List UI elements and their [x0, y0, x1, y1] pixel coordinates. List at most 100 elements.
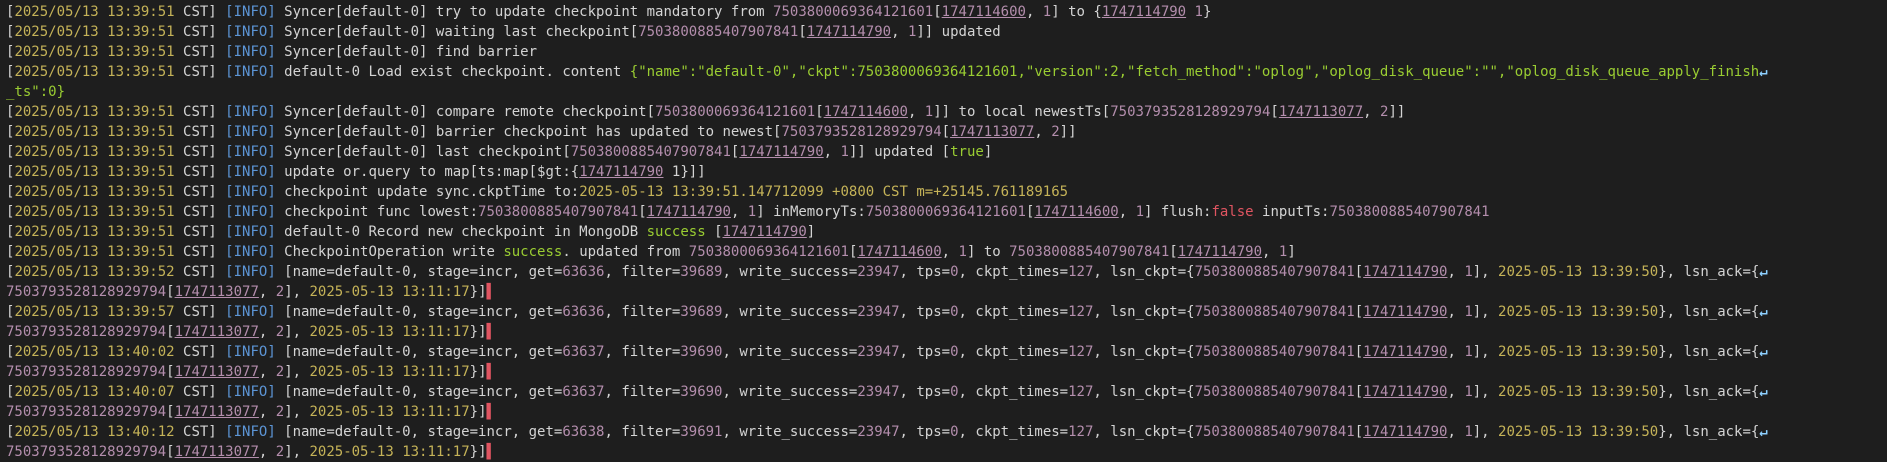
log-text: }, lsn_ack={ — [1658, 384, 1760, 400]
log-text: , write_success= — [722, 384, 858, 400]
log-text: [ — [705, 224, 723, 240]
timestamp: 2025/05/13 13:39:51 — [14, 244, 175, 260]
log-level-badge: [INFO] — [225, 4, 276, 20]
numeric-value: 1 — [1464, 344, 1473, 360]
numeric-value: 1747113077 — [174, 364, 259, 380]
numeric-value: 0 — [950, 304, 959, 320]
log-text: ] — [983, 144, 993, 160]
log-line: [2025/05/13 13:39:51 CST] [INFO] Syncer[… — [6, 42, 1887, 62]
numeric-value: 7503800885407907841 — [1194, 304, 1355, 320]
log-text: [name=default-0, stage=incr, get= — [275, 304, 563, 320]
numeric-value: 1747114600 — [857, 244, 942, 260]
log-text: , tps= — [899, 304, 951, 320]
log-text: , filter= — [604, 424, 681, 440]
numeric-value: 1747114790 — [1363, 304, 1448, 320]
log-text: , filter= — [604, 304, 681, 320]
timestamp: 2025/05/13 13:39:51 — [14, 144, 175, 160]
log-text: , — [1118, 204, 1136, 220]
log-text: [ — [1270, 104, 1279, 120]
log-text: , — [258, 444, 276, 460]
log-text: , — [907, 104, 925, 120]
log-text: , write_success= — [722, 424, 858, 440]
numeric-value: 1 — [1194, 4, 1203, 20]
log-text: ]] — [1388, 104, 1406, 120]
log-text: [ — [1354, 384, 1364, 400]
log-text: , — [891, 24, 908, 40]
log-level-badge: [INFO] — [225, 44, 276, 60]
numeric-value: 7503800885407907841 — [1009, 244, 1170, 260]
timestamp: 2025/05/13 13:39:51 — [14, 24, 175, 40]
log-text: CST] — [174, 104, 226, 120]
log-text: , — [941, 244, 959, 260]
numeric-value: 1 — [958, 244, 967, 260]
numeric-value: 1747114600 — [941, 4, 1026, 20]
log-line: [2025/05/13 13:39:57 CST] [INFO] [name=d… — [6, 302, 1887, 322]
log-text: ], — [284, 444, 310, 460]
log-text: ]] to local newestTs[ — [933, 104, 1111, 120]
numeric-value: 1747114790 — [646, 204, 731, 220]
log-text: CST] — [174, 164, 226, 180]
log-text: . updated from — [562, 244, 689, 260]
log-text: CST] — [174, 4, 226, 20]
numeric-value: 2 — [275, 324, 285, 340]
log-text: [ — [1354, 344, 1364, 360]
log-level-badge: [INFO] — [225, 184, 276, 200]
log-text: , ckpt_times= — [958, 264, 1069, 280]
log-text: , — [1025, 4, 1043, 20]
log-text: ], — [1472, 304, 1499, 320]
log-text: ], — [1472, 384, 1499, 400]
log-text: }] — [469, 364, 487, 380]
cursor-icon: ▌ — [486, 324, 495, 340]
log-text: [ — [1354, 424, 1364, 440]
log-text: [ — [1354, 264, 1364, 280]
log-text: [ — [941, 124, 951, 140]
numeric-value: 1 — [747, 204, 757, 220]
numeric-value: 63636 — [562, 264, 605, 280]
log-text: Syncer[default-0] barrier checkpoint has… — [275, 124, 782, 140]
line-wrap-icon: ↵ — [1759, 384, 1768, 400]
numeric-value: 7503793528128929794 — [6, 404, 167, 420]
log-text: , lsn_ckpt={ — [1093, 424, 1195, 440]
numeric-value: 1747114600 — [1034, 204, 1119, 220]
log-line: 7503793528128929794[1747113077, 2], 2025… — [6, 362, 1887, 382]
log-text: }, lsn_ack={ — [1658, 264, 1760, 280]
log-text: inputTs: — [1253, 204, 1330, 220]
log-line: [2025/05/13 13:39:51 CST] [INFO] Syncer[… — [6, 22, 1887, 42]
log-text: , write_success= — [722, 304, 858, 320]
log-text: [name=default-0, stage=incr, get= — [275, 264, 563, 280]
timestamp: 2025/05/13 13:39:51 — [14, 104, 175, 120]
timestamp: 2025/05/13 13:40:07 — [14, 384, 175, 400]
numeric-value: 7503800069364121601 — [688, 244, 849, 260]
log-text: }, lsn_ack={ — [1658, 344, 1760, 360]
numeric-value: 1747113077 — [174, 404, 259, 420]
numeric-value: 1747113077 — [174, 284, 259, 300]
log-line: _ts":0} — [6, 82, 1887, 102]
cursor-icon: ▌ — [486, 444, 495, 460]
numeric-value: 1 — [840, 144, 849, 160]
log-level-badge: [INFO] — [225, 24, 276, 40]
log-text: , tps= — [899, 424, 951, 440]
log-text: ], — [1472, 344, 1499, 360]
log-line: 7503793528128929794[1747113077, 2], 2025… — [6, 282, 1887, 302]
log-text: , — [1447, 344, 1465, 360]
numeric-value: 7503800885407907841 — [1194, 264, 1355, 280]
timestamp: 2025-05-13 13:39:50 — [1498, 384, 1659, 400]
numeric-value: 1747113077 — [1278, 104, 1364, 120]
log-level-badge: [INFO] — [225, 64, 276, 80]
numeric-value: 1747114790 — [579, 164, 664, 180]
timestamp: 2025/05/13 13:39:51 — [14, 204, 175, 220]
log-text: [ — [166, 284, 175, 300]
log-level-badge: [INFO] — [225, 104, 276, 120]
timestamp: 2025-05-13 13:11:17 — [309, 284, 470, 300]
log-text: ] — [1287, 244, 1296, 260]
numeric-value: 7503800885407907841 — [570, 144, 731, 160]
timestamp: 2025-05-13 13:39:50 — [1498, 424, 1659, 440]
log-text: CST] — [174, 124, 226, 140]
log-text: ], — [284, 364, 310, 380]
terminal-output[interactable]: [2025/05/13 13:39:51 CST] [INFO] Syncer[… — [0, 0, 1887, 462]
timestamp: 2025-05-13 13:39:50 — [1498, 264, 1659, 280]
log-text: CST] — [174, 184, 226, 200]
log-text: ]] updated — [916, 24, 1001, 40]
log-line: [2025/05/13 13:40:02 CST] [INFO] [name=d… — [6, 342, 1887, 362]
